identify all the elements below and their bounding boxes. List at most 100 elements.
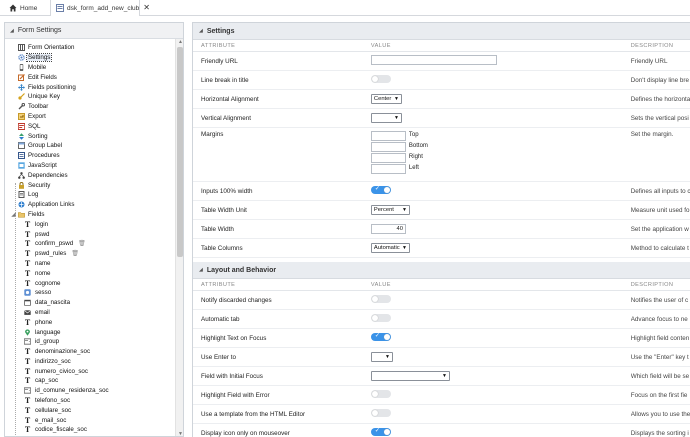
- date-field-icon: [24, 299, 31, 306]
- display-icon-toggle[interactable]: ✓: [370, 428, 391, 436]
- horizontal-alignment-select[interactable]: Center ▼: [370, 94, 402, 104]
- sidebar-item-sorting[interactable]: Sorting: [10, 131, 162, 141]
- sidebar-item-dependencies[interactable]: Dependencies: [10, 170, 162, 180]
- sidebar-item-toolbar[interactable]: Toolbar: [10, 102, 162, 112]
- sidebar-item-fields-positioning[interactable]: Fields positioning: [10, 82, 162, 92]
- scroll-up-icon[interactable]: ▲: [177, 39, 183, 45]
- text-field-icon: T: [24, 219, 31, 229]
- sidebar-item-security[interactable]: Security: [10, 180, 162, 190]
- table-width-input[interactable]: 40: [370, 224, 406, 234]
- chevron-down-icon: ▼: [441, 373, 447, 379]
- field-item-label: login: [35, 220, 49, 228]
- attribute-label: Line break in title: [201, 76, 249, 84]
- attribute-description: Defines all inputs to c: [630, 187, 690, 195]
- attribute-label: Table Columns: [201, 244, 243, 252]
- automatic-tab-toggle[interactable]: [370, 314, 391, 322]
- sidebar-item-label: Fields positioning: [28, 83, 76, 91]
- field-item-language[interactable]: language: [10, 327, 162, 337]
- field-item-cellulare-soc[interactable]: Tcellulare_soc: [10, 405, 162, 415]
- text-field-icon: T: [24, 396, 31, 406]
- attribute-label: Horizontal Alignment: [201, 95, 259, 103]
- field-item-confirm-pswd[interactable]: Tconfirm_pswd 🗑: [10, 239, 162, 249]
- sidebar-item-javascript[interactable]: JavaScript: [10, 161, 162, 171]
- field-item-label: denominazione_soc: [35, 348, 91, 356]
- sidebar-item-application-links[interactable]: Application Links: [10, 200, 162, 210]
- tab-form-file[interactable]: dsk_form_add_new_club ✕: [50, 0, 150, 16]
- field-item-data-nascita[interactable]: data_nascita: [10, 298, 162, 308]
- sidebar-item-procedures[interactable]: Procedures: [10, 151, 162, 161]
- highlight-text-toggle[interactable]: ✓: [370, 333, 391, 341]
- line-break-toggle[interactable]: [370, 75, 391, 83]
- trash-icon[interactable]: 🗑: [71, 250, 79, 257]
- sidebar-item-export[interactable]: Export: [10, 112, 162, 122]
- sidebar-item-log[interactable]: Log: [10, 190, 162, 200]
- notify-discarded-toggle[interactable]: [370, 295, 391, 303]
- field-item-cap-soc[interactable]: Tcap_soc: [10, 376, 162, 386]
- field-item-pswd[interactable]: Tpswd: [10, 229, 162, 239]
- sidebar-item-form-orientation[interactable]: Form Orientation: [10, 43, 162, 53]
- margin-top-input[interactable]: [370, 131, 406, 141]
- text-field-icon: T: [24, 376, 31, 386]
- row-vertical-alignment: Vertical Alignment ▼ Sets the vertical p…: [193, 109, 690, 128]
- table-width-unit-select[interactable]: Percent ▼: [370, 205, 410, 215]
- margin-right-input[interactable]: [370, 153, 406, 163]
- key-icon: [18, 93, 25, 100]
- sidebar-item-settings[interactable]: Settings: [10, 53, 162, 63]
- layout-section-header[interactable]: ◢ Layout and Behavior: [193, 262, 690, 279]
- sidebar-item-edit-fields[interactable]: Edit Fields: [10, 72, 162, 82]
- highlight-error-toggle[interactable]: [370, 390, 391, 398]
- settings-section-header[interactable]: ◢ Settings: [193, 23, 690, 40]
- field-item-numero-civico-soc[interactable]: Tnumero_civico_soc: [10, 366, 162, 376]
- close-icon[interactable]: ✕: [143, 4, 150, 12]
- form-file-icon: [56, 4, 64, 12]
- margins-group: Top Bottom Right Left: [370, 131, 631, 179]
- field-item-nome[interactable]: Tnome: [10, 268, 162, 278]
- text-field-icon: T: [24, 258, 31, 268]
- trash-icon[interactable]: 🗑: [78, 240, 86, 247]
- field-item-indirizzo-soc[interactable]: Tindirizzo_soc: [10, 357, 162, 367]
- sidebar-item-unique-key[interactable]: Unique Key: [10, 92, 162, 102]
- friendly-url-input[interactable]: [370, 55, 497, 66]
- margin-left-input[interactable]: [370, 164, 406, 174]
- text-field-icon: T: [24, 249, 31, 259]
- sidebar-item-sql[interactable]: SQL: [10, 121, 162, 131]
- table-columns-select[interactable]: Automatic ▼: [370, 243, 410, 253]
- field-item-telefono-soc[interactable]: Ttelefono_soc: [10, 396, 162, 406]
- tree-scrollbar[interactable]: ▲ ▼: [175, 39, 183, 436]
- field-item-label: email: [35, 308, 50, 316]
- value-column-header: VALUE: [370, 281, 391, 288]
- sidebar-item-fields[interactable]: ◢ Fields: [10, 210, 162, 220]
- attribute-description: Method to calculate t: [630, 244, 689, 252]
- field-item-login[interactable]: Tlogin: [10, 219, 162, 229]
- sidebar-item-mobile[interactable]: Mobile: [10, 63, 162, 73]
- margin-bottom-input[interactable]: [370, 142, 406, 152]
- html-editor-toggle[interactable]: [370, 409, 391, 417]
- row-html-editor: Use a template from the HTML Editor Allo…: [193, 405, 690, 424]
- field-item-denominazione-soc[interactable]: Tdenominazione_soc: [10, 347, 162, 357]
- field-item-id-comune-residenza-soc[interactable]: id_comune_residenza_soc: [10, 386, 162, 396]
- initial-focus-select[interactable]: ▼: [370, 371, 450, 381]
- chevron-down-icon: ▼: [384, 354, 390, 360]
- toggle-knob: [371, 76, 378, 82]
- scroll-down-icon[interactable]: ▼: [177, 431, 183, 436]
- gear-icon: [18, 54, 25, 61]
- field-item-codice-fiscale-soc[interactable]: Tcodice_fiscale_soc: [10, 425, 162, 435]
- sidebar-item-group-label[interactable]: Group Label: [10, 141, 162, 151]
- field-item-sesso[interactable]: sesso: [10, 288, 162, 298]
- field-item-name[interactable]: Tname: [10, 259, 162, 269]
- field-item-id-group[interactable]: id_group: [10, 337, 162, 347]
- field-item-cognome[interactable]: Tcognome: [10, 278, 162, 288]
- field-item-phone[interactable]: Tphone: [10, 317, 162, 327]
- collapse-triangle-icon: ◢: [10, 27, 14, 34]
- field-item-email[interactable]: email: [10, 308, 162, 318]
- field-item-e-mail-soc[interactable]: Te_mail_soc: [10, 415, 162, 425]
- use-enter-select[interactable]: ▼: [370, 352, 393, 362]
- scrollbar-thumb[interactable]: [177, 47, 183, 257]
- vertical-alignment-select[interactable]: ▼: [370, 113, 402, 123]
- inputs-width-toggle[interactable]: ✓: [370, 186, 391, 194]
- field-item-pswd-rules[interactable]: Tpswd_rules 🗑: [10, 249, 162, 259]
- form-settings-header[interactable]: ◢ Form Settings: [5, 23, 183, 39]
- tab-home[interactable]: Home: [4, 0, 48, 16]
- sidebar-item-label: Log: [28, 191, 39, 199]
- attribute-description: Don't display line bre: [630, 76, 689, 84]
